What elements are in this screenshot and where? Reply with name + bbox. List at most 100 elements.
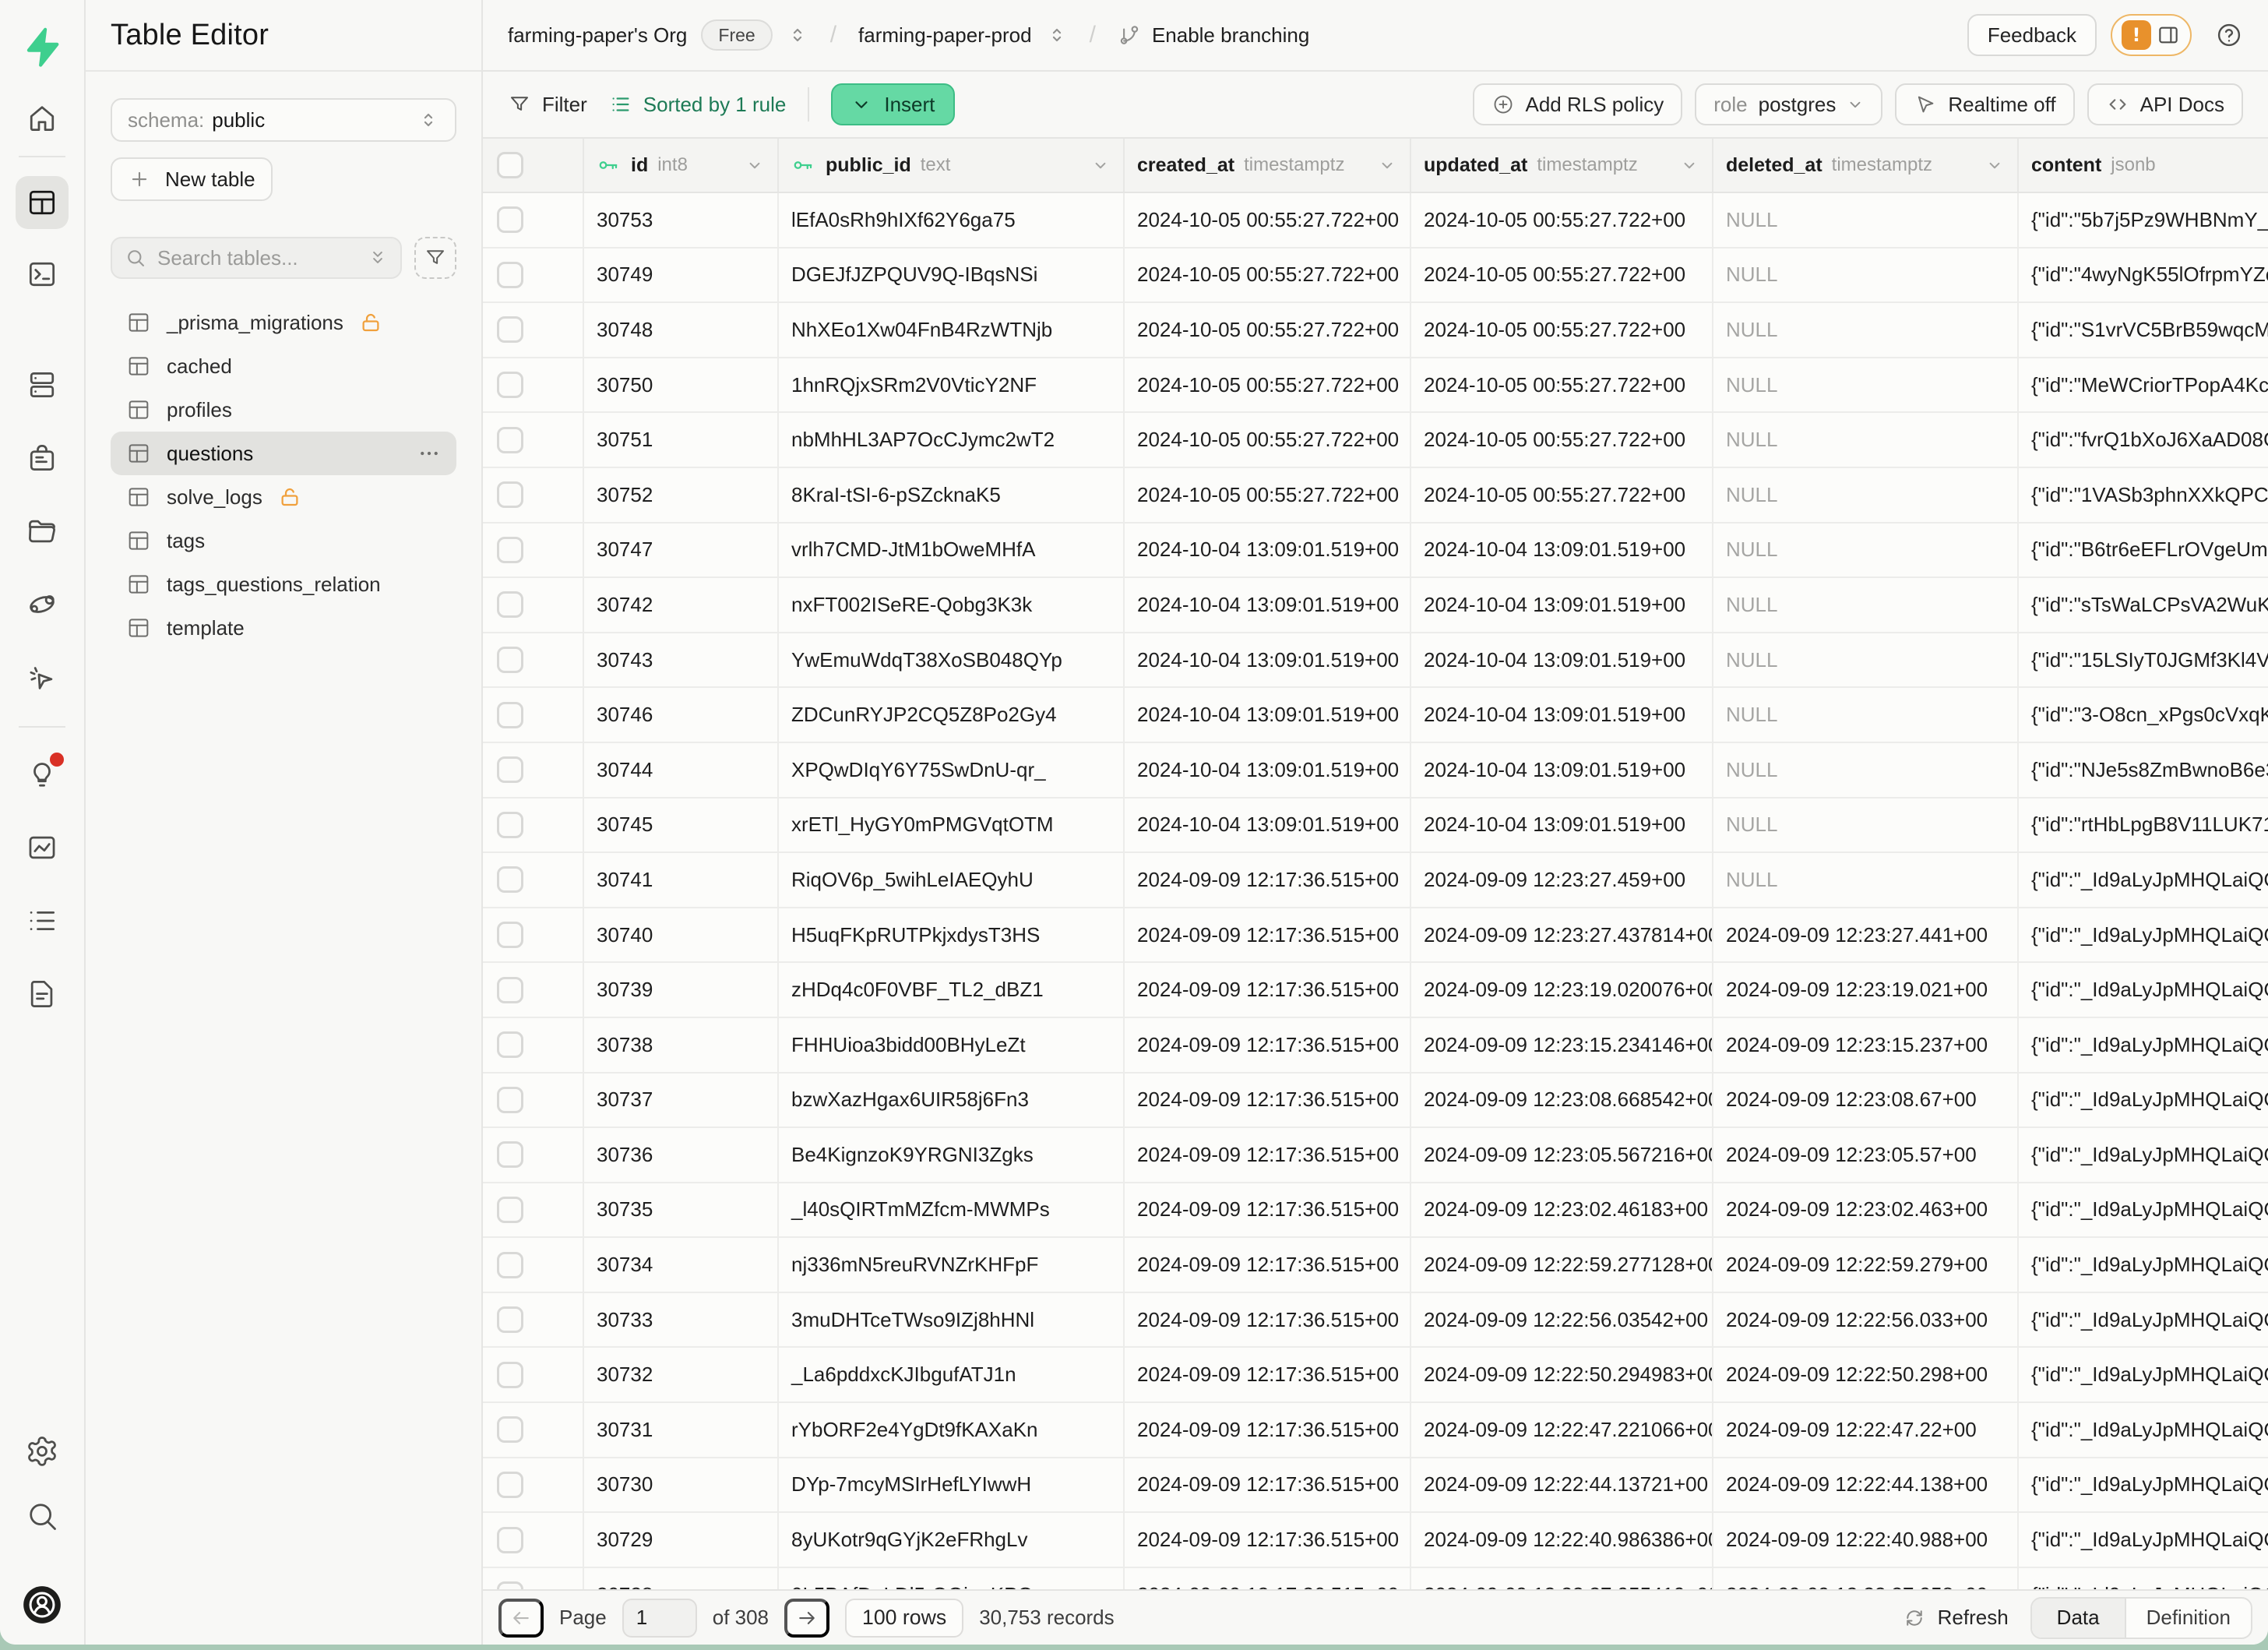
table-list-item-profiles[interactable]: profiles [111,388,456,432]
cell-id[interactable]: 30734 [584,1238,779,1292]
row-checkbox[interactable] [497,756,523,783]
cell-deleted_at[interactable]: NULL [1713,633,2019,687]
cell-id[interactable]: 30738 [584,1018,779,1072]
cell-created_at[interactable]: 2024-10-04 13:09:01.519+00 [1125,633,1411,687]
cell-updated_at[interactable]: 2024-09-09 12:23:08.668542+00 [1411,1074,1713,1127]
cell-content[interactable]: {"id":"NJe5s8ZmBwnoB6e3s [2019,743,2268,797]
column-header-deleted_at[interactable]: deleted_attimestamptz [1713,139,2019,192]
cell-public_id[interactable]: _l40sQIRTmMZfcm-MWMPs [779,1183,1125,1237]
row-checkbox[interactable] [497,977,523,1003]
cell-created_at[interactable]: 2024-09-09 12:17:36.515+00 [1125,1128,1411,1182]
prev-page-button[interactable] [498,1599,544,1638]
role-select[interactable]: role postgres [1695,83,1882,125]
sidebar-item-reports[interactable] [16,821,69,874]
cell-public_id[interactable]: _La6pddxcKJIbgufATJ1n [779,1348,1125,1401]
cell-deleted_at[interactable]: NULL [1713,688,2019,742]
cell-updated_at[interactable]: 2024-09-09 12:23:02.46183+00 [1411,1183,1713,1237]
next-page-button[interactable] [784,1599,829,1638]
sidebar-item-search[interactable] [16,1490,69,1542]
cell-deleted_at[interactable]: 2024-09-09 12:23:08.67+00 [1713,1074,2019,1127]
column-header-id[interactable]: idint8 [584,139,779,192]
cell-content[interactable]: {"id":"_Id9aLyJpMHQLaiQC [2019,1568,2268,1589]
cell-id[interactable]: 30744 [584,743,779,797]
cell-updated_at[interactable]: 2024-10-05 00:55:27.722+00 [1411,249,1713,302]
sidebar-item-profile[interactable] [16,1578,69,1631]
cell-public_id[interactable]: DGEJfJZPQUV9Q-IBqsNSi [779,249,1125,302]
column-header-created_at[interactable]: created_attimestamptz [1125,139,1411,192]
cell-updated_at[interactable]: 2024-10-05 00:55:27.722+00 [1411,468,1713,522]
cell-content[interactable]: {"id":"1VASb3phnXXkQPCpv [2019,468,2268,522]
cell-updated_at[interactable]: 2024-09-09 12:23:15.234146+00 [1411,1018,1713,1072]
cell-created_at[interactable]: 2024-10-05 00:55:27.722+00 [1125,358,1411,412]
row-checkbox[interactable] [497,427,523,453]
cell-updated_at[interactable]: 2024-10-05 00:55:27.722+00 [1411,358,1713,412]
row-checkbox[interactable] [497,1581,523,1589]
row-checkbox[interactable] [497,262,523,288]
row-checkbox[interactable] [497,647,523,673]
cell-public_id[interactable]: 3muDHTceTWso9IZj8hHNl [779,1293,1125,1347]
cell-deleted_at[interactable]: 2024-09-09 12:22:40.988+00 [1713,1513,2019,1567]
cell-created_at[interactable]: 2024-09-09 12:17:36.515+00 [1125,1293,1411,1347]
cell-content[interactable]: {"id":"_Id9aLyJpMHQLaiQC [2019,908,2268,962]
cell-content[interactable]: {"id":"_Id9aLyJpMHQLaiQC [2019,1074,2268,1127]
cell-deleted_at[interactable]: 2024-09-09 12:22:47.22+00 [1713,1403,2019,1457]
page-number-input[interactable]: 1 [622,1599,697,1638]
cell-deleted_at[interactable]: 2024-09-09 12:22:56.033+00 [1713,1293,2019,1347]
cell-updated_at[interactable]: 2024-09-09 12:22:50.294983+00 [1411,1348,1713,1401]
cell-id[interactable]: 30729 [584,1513,779,1567]
row-checkbox[interactable] [497,922,523,948]
cell-created_at[interactable]: 2024-09-09 12:17:36.515+00 [1125,1458,1411,1512]
row-checkbox[interactable] [497,537,523,563]
cell-deleted_at[interactable]: 2024-09-09 12:22:44.138+00 [1713,1458,2019,1512]
cell-id[interactable]: 30730 [584,1458,779,1512]
cell-id[interactable]: 30743 [584,633,779,687]
cell-updated_at[interactable]: 2024-10-04 13:09:01.519+00 [1411,799,1713,852]
cell-updated_at[interactable]: 2024-09-09 12:23:05.567216+00 [1411,1128,1713,1182]
cell-updated_at[interactable]: 2024-09-09 12:22:47.221066+00 [1411,1403,1713,1457]
cell-updated_at[interactable]: 2024-10-04 13:09:01.519+00 [1411,743,1713,797]
cell-deleted_at[interactable]: NULL [1713,193,2019,247]
cell-content[interactable]: {"id":"B6tr6eEFLrOVgeUmH [2019,524,2268,577]
cell-content[interactable]: {"id":"_Id9aLyJpMHQLaiQC [2019,1348,2268,1401]
row-checkbox[interactable] [497,1197,523,1223]
cell-updated_at[interactable]: 2024-10-04 13:09:01.519+00 [1411,633,1713,687]
cell-content[interactable]: {"id":"MeWCriorTPopA4Kc9 [2019,358,2268,412]
cell-deleted_at[interactable]: 2024-09-09 12:23:19.021+00 [1713,963,2019,1017]
cell-public_id[interactable]: RiqOV6p_5wihLeIAEQyhU [779,853,1125,907]
cell-created_at[interactable]: 2024-09-09 12:17:36.515+00 [1125,1348,1411,1401]
cell-id[interactable]: 30739 [584,963,779,1017]
cell-created_at[interactable]: 2024-10-04 13:09:01.519+00 [1125,799,1411,852]
cell-deleted_at[interactable]: NULL [1713,743,2019,797]
enable-branching-button[interactable]: Enable branching [1152,23,1309,48]
cell-created_at[interactable]: 2024-10-05 00:55:27.722+00 [1125,193,1411,247]
row-checkbox[interactable] [497,1031,523,1058]
cell-public_id[interactable]: lEfA0sRh9hIXf62Y6ga75 [779,193,1125,247]
cell-deleted_at[interactable]: 2024-09-09 12:22:50.298+00 [1713,1348,2019,1401]
realtime-toggle-button[interactable]: Realtime off [1895,83,2074,125]
row-checkbox[interactable] [497,481,523,508]
cell-id[interactable]: 30750 [584,358,779,412]
cell-content[interactable]: {"id":"_Id9aLyJpMHQLaiQC [2019,1018,2268,1072]
column-menu-icon[interactable] [745,155,765,175]
sidebar-item-settings[interactable] [16,1424,69,1477]
row-checkbox[interactable] [497,372,523,398]
cell-content[interactable]: {"id":"4wyNgK55lOfrpmYZc [2019,249,2268,302]
notifications-button[interactable]: ! [2111,14,2192,56]
cell-content[interactable]: {"id":"_Id9aLyJpMHQLaiQC [2019,1403,2268,1457]
cell-created_at[interactable]: 2024-10-05 00:55:27.722+00 [1125,249,1411,302]
cell-public_id[interactable]: ZDCunRYJP2CQ5Z8Po2Gy4 [779,688,1125,742]
cell-id[interactable]: 30733 [584,1293,779,1347]
cell-id[interactable]: 30749 [584,249,779,302]
sidebar-item-authentication[interactable] [16,432,69,485]
column-menu-icon[interactable] [1984,155,2005,175]
cell-id[interactable]: 30735 [584,1183,779,1237]
cell-deleted_at[interactable]: NULL [1713,524,2019,577]
column-menu-icon[interactable] [1377,155,1397,175]
cell-content[interactable]: {"id":"_Id9aLyJpMHQLaiQC [2019,1513,2268,1567]
table-list-item-cached[interactable]: cached [111,344,456,388]
cell-updated_at[interactable]: 2024-09-09 12:22:40.986386+00 [1411,1513,1713,1567]
row-checkbox[interactable] [497,1527,523,1553]
org-switcher-icon[interactable] [787,24,808,46]
schema-select[interactable]: schema: public [111,98,456,142]
sort-button[interactable]: Sorted by 1 rule [609,93,787,117]
